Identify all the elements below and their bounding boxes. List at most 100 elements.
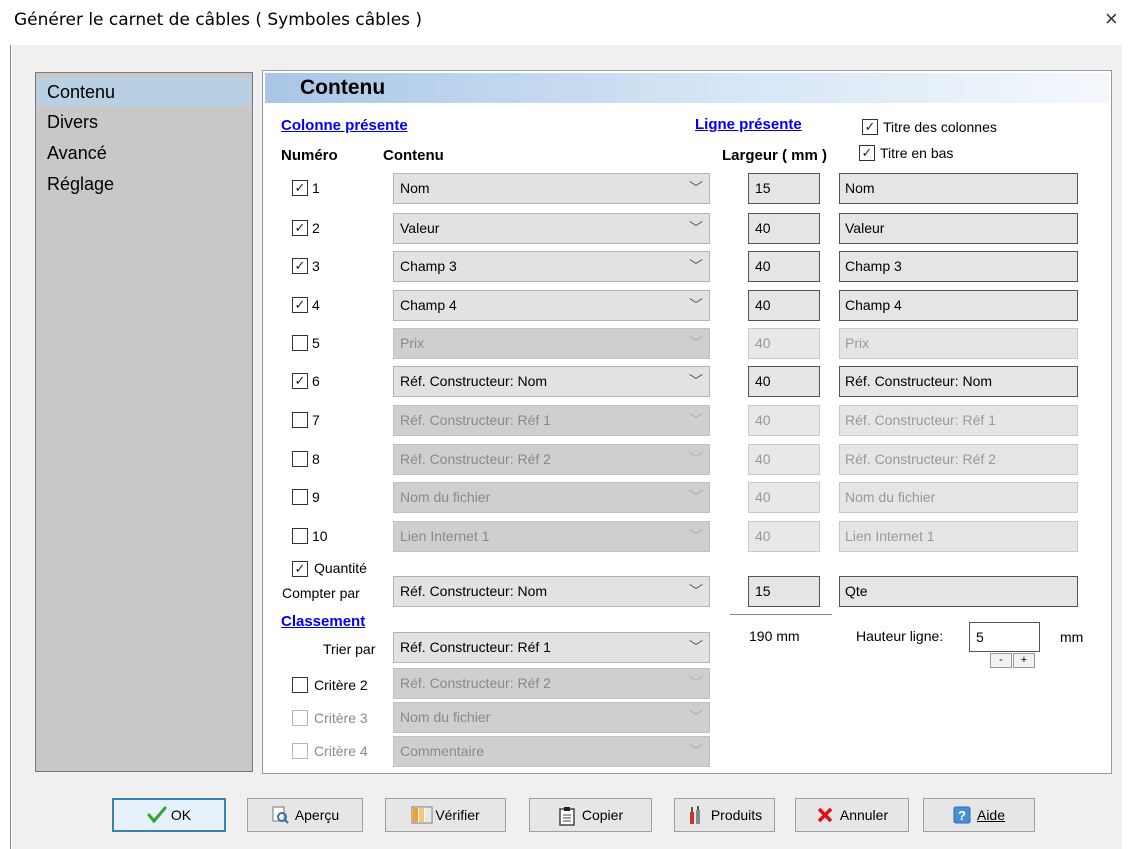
chevron-down-icon: ﹀ [689,583,703,599]
column-10-number: 10 [312,528,328,544]
column-2-number: 2 [312,220,320,236]
hauteur-plus-button[interactable]: + [1013,653,1035,668]
check-icon: ✓ [864,119,876,134]
contenu-header: Contenu [383,147,444,164]
column-8-checkbox[interactable] [292,451,308,467]
column-4-checkbox[interactable]: ✓ [292,297,308,313]
column-1-width-input[interactable]: 15 [748,173,820,204]
titre-en-bas-label: Titre en bas [880,145,954,161]
check-icon: ✓ [294,297,306,312]
column-6-checkbox[interactable]: ✓ [292,373,308,389]
column-7-checkbox[interactable] [292,412,308,428]
trier-par-select[interactable]: Réf. Constructeur: Réf 1 ﹀ [393,632,710,663]
produits-button[interactable]: Produits [674,798,775,832]
chevron-down-icon: ﹀ [689,451,703,467]
column-6-title-input[interactable]: Réf. Constructeur: Nom [839,366,1078,397]
column-10-content-select[interactable]: Lien Internet 1 ﹀ [393,521,710,552]
critere4-checkbox[interactable] [292,743,308,759]
titre-en-bas-checkbox[interactable]: ✓ [859,145,875,161]
critere4-select[interactable]: Commentaire ﹀ [393,736,710,767]
column-7-width-input[interactable]: 40 [748,405,820,436]
aide-button[interactable]: ? Aide [923,798,1035,832]
column-3-content-select[interactable]: Champ 3 ﹀ [393,251,710,282]
column-10-checkbox[interactable] [292,528,308,544]
chevron-down-icon: ﹀ [689,639,703,655]
nav-item-divers[interactable]: Divers [37,108,251,136]
column-7-content-select[interactable]: Réf. Constructeur: Réf 1 ﹀ [393,405,710,436]
copier-button[interactable]: Copier [529,798,652,832]
column-1-content-select[interactable]: Nom ﹀ [393,173,710,204]
column-3-checkbox[interactable]: ✓ [292,258,308,274]
column-2-title-input[interactable]: Valeur [839,213,1078,244]
ligne-presente-link[interactable]: Ligne présente [695,116,802,133]
critere3-select[interactable]: Nom du fichier ﹀ [393,702,710,733]
compter-par-width-input[interactable]: 15 [748,576,820,607]
column-7-number: 7 [312,412,320,428]
column-9-width-input[interactable]: 40 [748,482,820,513]
close-icon[interactable]: × [1105,8,1118,30]
column-2-width-input[interactable]: 40 [748,213,820,244]
column-6-content-select[interactable]: Réf. Constructeur: Nom ﹀ [393,366,710,397]
check-icon: ✓ [294,258,306,273]
trier-par-value: Réf. Constructeur: Réf 1 [400,639,551,655]
column-4-title-input[interactable]: Champ 4 [839,290,1078,321]
column-3-content-value: Champ 3 [400,258,457,274]
nav-item-reglage[interactable]: Réglage [37,170,251,198]
column-8-content-select[interactable]: Réf. Constructeur: Réf 2 ﹀ [393,444,710,475]
classement-link[interactable]: Classement [281,613,365,630]
column-6-width-input[interactable]: 40 [748,366,820,397]
clipboard-icon [558,806,576,826]
trier-par-label: Trier par [323,641,376,657]
hauteur-ligne-input[interactable]: 5 [969,622,1040,652]
column-9-content-select[interactable]: Nom du fichier ﹀ [393,482,710,513]
verifier-button[interactable]: Vérifier [385,798,506,832]
column-2-content-select[interactable]: Valeur ﹀ [393,213,710,244]
critere4-label: Critère 4 [314,743,368,759]
compter-par-select[interactable]: Réf. Constructeur: Nom ﹀ [393,576,710,607]
critere3-label: Critère 3 [314,710,368,726]
column-5-width-input[interactable]: 40 [748,328,820,359]
quantite-checkbox[interactable]: ✓ [292,561,308,577]
column-10-title-input[interactable]: Lien Internet 1 [839,521,1078,552]
column-8-width-input[interactable]: 40 [748,444,820,475]
nav-item-contenu[interactable]: Contenu [37,78,251,106]
column-2-content-value: Valeur [400,220,440,236]
compter-par-value: Réf. Constructeur: Nom [400,583,548,599]
colonne-presente-link[interactable]: Colonne présente [281,117,408,134]
column-3-title-input[interactable]: Champ 3 [839,251,1078,282]
column-1-checkbox[interactable]: ✓ [292,180,308,196]
annuler-label: Annuler [839,807,889,823]
column-10-width-input[interactable]: 40 [748,521,820,552]
column-5-checkbox[interactable] [292,335,308,351]
column-7-title-input[interactable]: Réf. Constructeur: Réf 1 [839,405,1078,436]
checkmark-icon [147,806,167,824]
column-9-title-input[interactable]: Nom du fichier [839,482,1078,513]
titre-colonnes-checkbox[interactable]: ✓ [862,119,878,135]
hauteur-minus-button[interactable]: - [990,653,1012,668]
column-5-content-select[interactable]: Prix ﹀ [393,328,710,359]
column-4-width-input[interactable]: 40 [748,290,820,321]
total-separator [730,614,832,615]
column-2-checkbox[interactable]: ✓ [292,220,308,236]
column-4-number: 4 [312,297,320,313]
column-8-title-input[interactable]: Réf. Constructeur: Réf 2 [839,444,1078,475]
compter-par-title-input[interactable]: Qte [839,576,1078,607]
quantite-label: Quantité [314,560,367,576]
column-1-title-input[interactable]: Nom [839,173,1078,204]
annuler-button[interactable]: Annuler [795,798,909,832]
critere2-checkbox[interactable] [292,677,308,693]
chevron-down-icon: ﹀ [689,258,703,274]
apercu-button[interactable]: Aperçu [247,798,363,832]
critere2-select[interactable]: Réf. Constructeur: Réf 2 ﹀ [393,668,710,699]
critere3-checkbox[interactable] [292,710,308,726]
column-5-title-input[interactable]: Prix [839,328,1078,359]
cancel-x-icon [816,806,834,824]
hauteur-ligne-unit: mm [1060,629,1084,645]
copier-label: Copier [581,807,624,823]
column-9-checkbox[interactable] [292,489,308,505]
nav-item-avance[interactable]: Avancé [37,139,251,167]
check-icon: ✓ [294,220,306,235]
ok-button[interactable]: OK [112,798,226,832]
column-4-content-select[interactable]: Champ 4 ﹀ [393,290,710,321]
column-3-width-input[interactable]: 40 [748,251,820,282]
